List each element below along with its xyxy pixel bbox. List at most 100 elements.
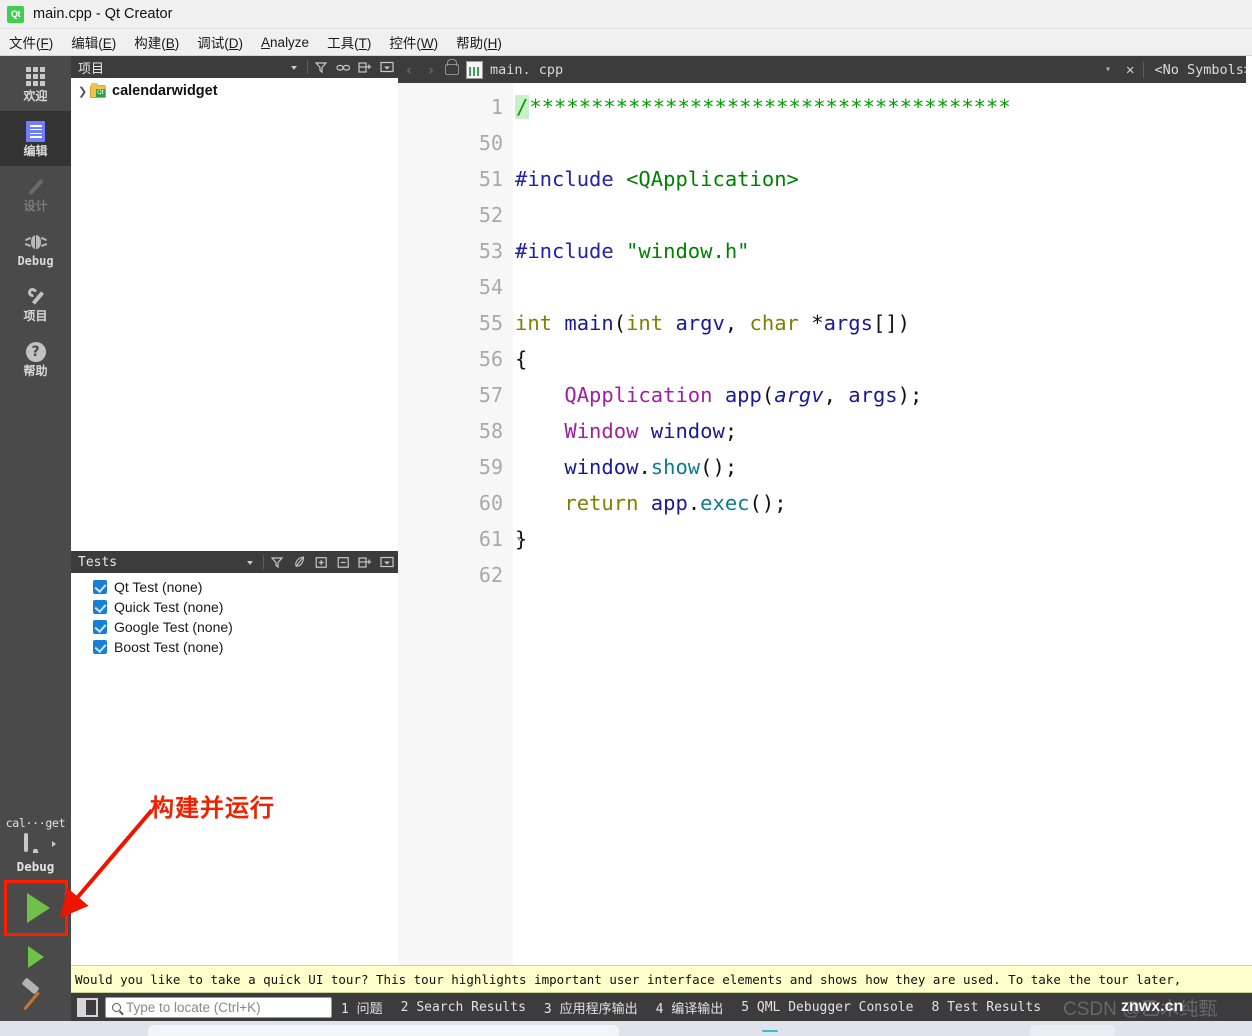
- document-edit-icon: [26, 120, 45, 144]
- code-token: args: [848, 383, 898, 407]
- list-item[interactable]: Quick Test (none): [71, 597, 398, 617]
- code-line[interactable]: QApplication app(argv, args);: [513, 377, 1252, 413]
- code-line[interactable]: int main(int argv, char *args[]): [513, 305, 1252, 341]
- run-button[interactable]: [3, 880, 68, 936]
- ui-tour-banner: Would you like to take a quick UI tour? …: [71, 965, 1252, 993]
- menu-file-mnemonic: F: [40, 36, 49, 51]
- menu-file[interactable]: 文件(F): [0, 29, 62, 55]
- code-editor[interactable]: 1▸5051▾52535455▾56575859606162 /********…: [398, 83, 1252, 965]
- link-icon[interactable]: [332, 57, 354, 77]
- code-line[interactable]: #include <QApplication>: [513, 161, 1252, 197]
- tests-panel-title: Tests: [78, 554, 118, 570]
- mode-debug[interactable]: Debug: [0, 221, 71, 276]
- qt-creator-logo-icon: Qt: [7, 5, 24, 23]
- mode-edit[interactable]: 编辑: [0, 111, 71, 166]
- expand-icon[interactable]: [354, 57, 376, 77]
- filter-icon[interactable]: [266, 552, 288, 572]
- pane-label: 应用程序输出: [559, 1001, 638, 1017]
- checkbox-checked-icon[interactable]: [93, 620, 107, 634]
- code-line[interactable]: window.show();: [513, 449, 1252, 485]
- pane-label: Search Results: [416, 999, 526, 1015]
- editor-toolbar: ‹ › main. cpp ▾ ✕ <No Symbols>: [398, 56, 1252, 83]
- close-icon[interactable]: ✕: [1117, 62, 1143, 78]
- pane-num: 3: [543, 1001, 552, 1017]
- code-line[interactable]: [513, 197, 1252, 233]
- mode-welcome[interactable]: 欢迎: [0, 56, 71, 111]
- code-token: QApplication: [564, 383, 713, 407]
- list-item[interactable]: Qt Test (none): [71, 577, 398, 597]
- list-item[interactable]: Boost Test (none): [71, 637, 398, 657]
- pane-num: 8: [931, 999, 940, 1015]
- code-line[interactable]: {: [513, 341, 1252, 377]
- code-line[interactable]: #include "window.h": [513, 233, 1252, 269]
- navigate-back-button[interactable]: ‹: [398, 61, 420, 79]
- editor-scrollbar[interactable]: [1246, 56, 1252, 965]
- search-input[interactable]: Type to locate (Ctrl+K): [105, 996, 332, 1018]
- menu-build-pre: 构建(: [134, 36, 166, 51]
- checkbox-checked-icon[interactable]: [93, 640, 107, 654]
- menu-edit-pre: 编辑(: [71, 36, 103, 51]
- annotation-label: 构建并运行: [150, 794, 275, 822]
- pane-num: 2: [400, 999, 409, 1015]
- build-project-button[interactable]: [0, 977, 71, 1018]
- kit-selector[interactable]: cal···get Debug: [0, 812, 71, 874]
- line-number: 58: [478, 419, 503, 443]
- menu-debug[interactable]: 调试(D): [188, 29, 252, 55]
- leaf-icon[interactable]: [288, 552, 310, 572]
- menu-widgets[interactable]: 控件(W): [380, 29, 447, 55]
- code-token: /: [515, 95, 530, 119]
- checkbox-checked-icon[interactable]: [93, 580, 107, 594]
- mode-help[interactable]: ? 帮助: [0, 331, 71, 386]
- line-number: 51 ▾: [398, 161, 522, 257]
- filter-icon[interactable]: [310, 57, 332, 77]
- panel-menu-icon[interactable]: [376, 552, 398, 572]
- menu-build[interactable]: 构建(B): [125, 29, 188, 55]
- projects-view-dropdown[interactable]: [283, 57, 305, 77]
- output-pane-compile-output[interactable]: 4 编译输出: [647, 998, 733, 1017]
- mode-edit-label: 编辑: [23, 143, 48, 158]
- output-pane-application-output[interactable]: 3 应用程序输出: [535, 998, 647, 1017]
- code-line[interactable]: /***************************************: [513, 89, 1252, 125]
- output-pane-test-results[interactable]: 8 Test Results: [922, 1000, 1050, 1015]
- code-line[interactable]: return app.exec();: [513, 485, 1252, 521]
- minus-box-icon[interactable]: [332, 552, 354, 572]
- projects-tree: ❯ Qt calendarwidget: [71, 78, 398, 551]
- code-content[interactable]: /***************************************…: [513, 83, 1252, 965]
- panel-menu-icon[interactable]: [376, 57, 398, 77]
- projects-panel-title: 项目: [78, 61, 105, 77]
- code-token: char: [749, 311, 799, 335]
- tree-item-calendarwidget[interactable]: ❯ Qt calendarwidget: [71, 78, 398, 99]
- menu-widgets-post: ): [433, 36, 439, 51]
- toggle-sidebar-button[interactable]: [77, 997, 98, 1017]
- chevron-right-icon[interactable]: ❯: [78, 85, 90, 98]
- menu-analyze[interactable]: Analyze: [252, 32, 318, 53]
- output-pane-issues[interactable]: 1 问题: [332, 998, 392, 1017]
- kit-build-config: Debug: [16, 859, 55, 874]
- menu-tools[interactable]: 工具(T): [318, 29, 380, 55]
- open-document-name[interactable]: main. cpp: [490, 62, 563, 78]
- checkbox-checked-icon[interactable]: [93, 600, 107, 614]
- tests-view-dropdown[interactable]: [239, 552, 261, 572]
- navigate-forward-button[interactable]: ›: [420, 61, 442, 79]
- code-token: );: [897, 383, 923, 407]
- list-item[interactable]: Google Test (none): [71, 617, 398, 637]
- menu-help[interactable]: 帮助(H): [447, 29, 511, 55]
- unlocked-icon[interactable]: [445, 59, 459, 75]
- output-pane-qml-debugger-console[interactable]: 5 QML Debugger Console: [732, 1000, 922, 1015]
- chevron-down-icon[interactable]: ▾: [1105, 64, 1117, 75]
- code-line[interactable]: [513, 269, 1252, 305]
- code-line[interactable]: [513, 125, 1252, 161]
- code-line[interactable]: Window window;: [513, 413, 1252, 449]
- start-debugging-button[interactable]: [0, 936, 71, 978]
- menu-edit[interactable]: 编辑(E): [62, 29, 125, 55]
- plus-box-icon[interactable]: [310, 552, 332, 572]
- output-pane-search-results[interactable]: 2 Search Results: [392, 1000, 535, 1015]
- symbol-selector[interactable]: <No Symbols>: [1143, 61, 1252, 78]
- tests-panel: Tests Qt Test (none) Quick Test (none) G…: [71, 551, 398, 965]
- code-line[interactable]: }: [513, 521, 1252, 557]
- mode-projects[interactable]: 项目: [0, 276, 71, 331]
- new-split-icon[interactable]: [354, 552, 376, 572]
- code-line[interactable]: [513, 557, 1252, 593]
